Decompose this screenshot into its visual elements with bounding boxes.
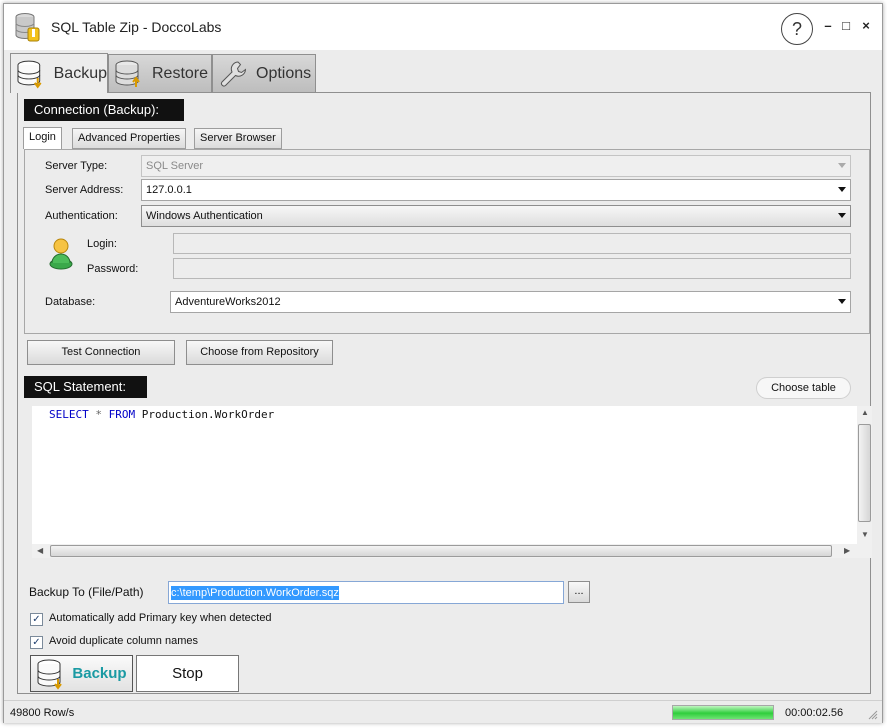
scroll-left-icon[interactable]: ◀ <box>37 546 43 555</box>
login-field[interactable] <box>173 233 851 254</box>
tab-advanced-properties[interactable]: Advanced Properties <box>72 128 187 149</box>
backup-button[interactable]: Backup <box>30 655 133 692</box>
vertical-scroll-thumb[interactable] <box>858 424 871 522</box>
backup-path-input[interactable]: c:\temp\Production.WorkOrder.sqz <box>168 581 564 604</box>
horizontal-scrollbar[interactable]: ◀ ▶ <box>32 544 872 558</box>
auto-primary-key-label: Automatically add Primary key when detec… <box>49 612 272 624</box>
close-button[interactable]: × <box>859 18 873 34</box>
avoid-duplicate-label: Avoid duplicate column names <box>49 635 198 647</box>
sql-text: SELECT * FROM Production.WorkOrder <box>49 408 274 421</box>
server-address-select[interactable]: 127.0.0.1 <box>141 179 851 201</box>
password-field[interactable] <box>173 258 851 279</box>
status-bar: 49800 Row/s 00:00:02.56 <box>4 700 882 723</box>
tab-server-browser[interactable]: Server Browser <box>194 128 282 149</box>
authentication-label: Authentication: <box>45 210 118 222</box>
authentication-value: Windows Authentication <box>146 210 263 222</box>
tab-options-label: Options <box>256 64 312 82</box>
minimize-button[interactable]: – <box>821 18 835 34</box>
scroll-down-icon[interactable]: ▼ <box>861 530 869 539</box>
test-connection-button[interactable]: Test Connection <box>27 340 175 365</box>
maximize-button[interactable]: □ <box>839 18 853 34</box>
scroll-up-icon[interactable]: ▲ <box>861 408 869 417</box>
tab-backup[interactable]: Backup <box>10 53 108 93</box>
sql-statement-header: SQL Statement: <box>24 376 147 398</box>
tab-login[interactable]: Login <box>23 127 62 149</box>
database-select[interactable]: AdventureWorks2012 <box>170 291 851 313</box>
app-database-icon <box>15 13 40 42</box>
sql-star: * <box>95 408 102 421</box>
tab-options[interactable]: Options <box>212 54 316 92</box>
browse-button[interactable]: ... <box>568 581 590 603</box>
database-upload-icon <box>115 60 140 87</box>
row-rate: 49800 Row/s <box>10 707 75 719</box>
server-type-select[interactable]: SQL Server <box>141 155 851 177</box>
sql-keyword-select: SELECT <box>49 408 89 421</box>
app-window: SQL Table Zip - DoccoLabs ? – □ × Backup… <box>3 3 883 723</box>
chevron-down-icon <box>838 299 846 304</box>
password-label: Password: <box>87 263 139 275</box>
login-label: Login: <box>87 238 117 250</box>
horizontal-scroll-thumb[interactable] <box>50 545 832 557</box>
stop-button[interactable]: Stop <box>136 655 239 692</box>
database-value: AdventureWorks2012 <box>175 296 281 308</box>
user-icon <box>49 238 73 270</box>
sql-table-name: Production.WorkOrder <box>141 408 275 421</box>
vertical-scrollbar[interactable]: ▲ ▼ <box>857 406 872 544</box>
title-bar: SQL Table Zip - DoccoLabs ? – □ × <box>4 4 882 50</box>
help-button[interactable]: ? <box>781 13 813 45</box>
elapsed-time: 00:00:02.56 <box>785 707 844 719</box>
backup-path-value: c:\temp\Production.WorkOrder.sqz <box>171 586 339 600</box>
authentication-select[interactable]: Windows Authentication <box>141 205 851 227</box>
auto-primary-key-checkbox[interactable]: ✓ <box>30 613 43 626</box>
progress-fill <box>673 706 773 719</box>
connection-header: Connection (Backup): <box>24 99 184 121</box>
sql-keyword-from: FROM <box>108 408 136 421</box>
tab-restore[interactable]: Restore <box>108 54 212 92</box>
scroll-right-icon[interactable]: ▶ <box>844 546 850 555</box>
tab-backup-label: Backup <box>53 64 107 82</box>
backup-button-label: Backup <box>72 665 127 682</box>
database-download-icon <box>37 659 63 690</box>
server-address-label: Server Address: <box>45 184 124 196</box>
server-address-value: 127.0.0.1 <box>146 184 192 196</box>
progress-bar <box>672 705 774 720</box>
chevron-down-icon <box>838 163 846 168</box>
avoid-duplicate-checkbox[interactable]: ✓ <box>30 636 43 649</box>
window-title: SQL Table Zip - DoccoLabs <box>51 19 222 35</box>
choose-table-button[interactable]: Choose table <box>756 377 851 399</box>
resize-grip-icon[interactable] <box>868 710 878 720</box>
wrench-icon <box>221 60 247 86</box>
server-type-label: Server Type: <box>45 160 108 172</box>
database-download-icon <box>17 60 42 88</box>
chevron-down-icon <box>838 187 846 192</box>
database-label: Database: <box>45 296 96 308</box>
tab-restore-label: Restore <box>152 64 209 82</box>
sql-editor[interactable]: SELECT * FROM Production.WorkOrder ▲ ▼ ◀… <box>32 406 872 558</box>
choose-repository-button[interactable]: Choose from Repository <box>186 340 333 365</box>
server-type-value: SQL Server <box>146 160 204 172</box>
chevron-down-icon <box>838 213 846 218</box>
backup-to-label: Backup To (File/Path) <box>29 585 144 599</box>
